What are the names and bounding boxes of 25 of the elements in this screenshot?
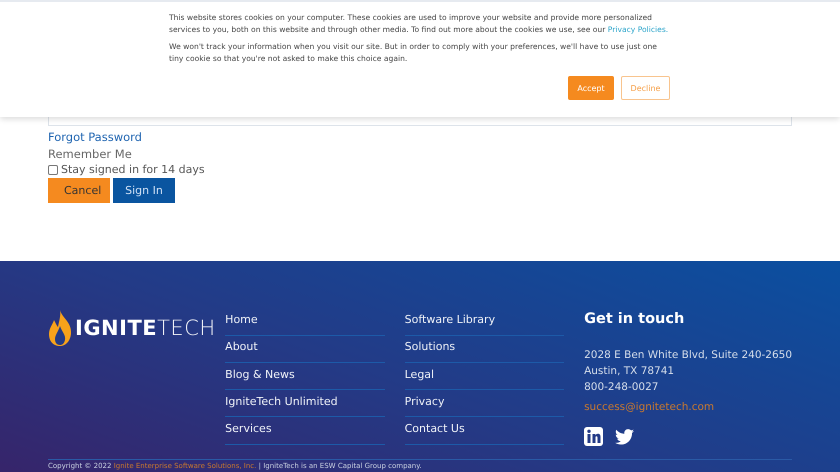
stay-signed-in-checkbox[interactable] bbox=[48, 164, 58, 174]
footer-link[interactable]: Privacy bbox=[404, 390, 564, 418]
contact-line: 800-248-0027 bbox=[584, 380, 660, 395]
remember-me-label: Remember Me bbox=[48, 147, 133, 161]
contact-line: 2028 E Ben White Blvd, Suite 240-2650 bbox=[584, 348, 792, 363]
footer-link[interactable]: About bbox=[225, 336, 385, 363]
forgot-password-link[interactable]: Forgot Password bbox=[48, 130, 142, 144]
sign-in-button[interactable]: Sign In bbox=[113, 178, 175, 203]
cancel-button[interactable]: Cancel bbox=[48, 178, 110, 203]
footer-link[interactable]: Solutions bbox=[404, 336, 564, 363]
footer-link[interactable]: Home bbox=[225, 309, 385, 336]
contact-line: Austin, TX 78741 bbox=[584, 364, 676, 379]
contact-heading: Get in touch bbox=[584, 311, 686, 327]
linkedin-icon[interactable] bbox=[584, 427, 604, 446]
logo-wordmark[interactable]: IGNITETECH bbox=[75, 316, 216, 340]
footer-link[interactable]: Blog & News bbox=[225, 364, 385, 390]
twitter-icon[interactable] bbox=[615, 428, 634, 444]
flame-icon bbox=[48, 310, 72, 346]
footer-link[interactable]: Services bbox=[225, 418, 385, 445]
footer-link[interactable]: IgniteTech Unlimited bbox=[225, 390, 385, 418]
footer-link[interactable]: Contact Us bbox=[404, 418, 564, 445]
password-field[interactable] bbox=[48, 117, 792, 126]
stay-signed-in-label: Stay signed in for 14 days bbox=[61, 163, 205, 176]
footer-link[interactable]: Legal bbox=[404, 364, 564, 390]
footer-link[interactable]: Software Library bbox=[404, 309, 564, 336]
